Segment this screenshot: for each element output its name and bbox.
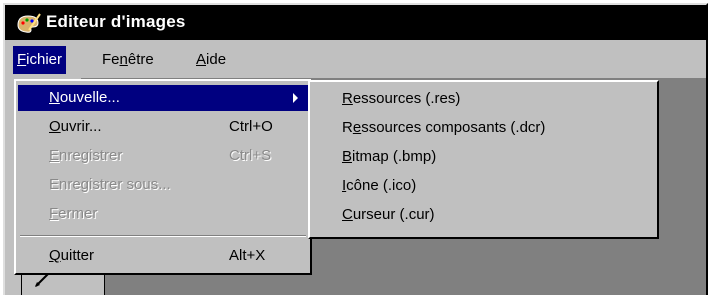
- menu-bar: Fichier Fenêtre Aide: [5, 40, 706, 78]
- shortcut-ouvrir: Ctrl+O: [229, 118, 273, 135]
- menu-item-fermer: Fermer: [49, 205, 98, 222]
- title-bar[interactable]: Editeur d'images: [5, 5, 706, 40]
- menu-item-nouvelle[interactable]: Nouvelle...: [18, 85, 308, 111]
- menu-item-ouvrir[interactable]: Ouvrir... Ctrl+O: [18, 114, 308, 140]
- submenu-item-curseur[interactable]: Curseur (.cur): [342, 202, 435, 228]
- nouvelle-submenu: Ressources (.res) Ressources composants …: [308, 80, 659, 239]
- submenu-item-ressources[interactable]: Ressources (.res): [342, 86, 460, 112]
- submenu-item-bitmap[interactable]: Bitmap (.bmp): [342, 144, 436, 170]
- shortcut-enregistrer: Ctrl+S: [229, 147, 272, 164]
- submenu-arrow-icon: [293, 93, 298, 103]
- menu-fichier[interactable]: Fichier: [13, 46, 67, 74]
- menu-aide[interactable]: Aide: [192, 46, 230, 74]
- menu-fenetre[interactable]: Fenêtre: [98, 46, 158, 74]
- menu-separator: [20, 235, 306, 237]
- menu-item-enregistrer: Enregistrer Ctrl+S: [18, 143, 308, 169]
- submenu-item-ressources-composants[interactable]: Ressources composants (.dcr): [342, 115, 545, 141]
- fichier-dropdown: Nouvelle... Ouvrir... Ctrl+O Enregistrer…: [14, 79, 312, 275]
- window-title: Editeur d'images: [46, 12, 186, 31]
- menu-item-enregistrer-sous: Enregistrer sous...: [49, 176, 171, 193]
- menu-item-quitter[interactable]: Quitter Alt+X: [18, 243, 308, 269]
- paint-palette-icon: [17, 13, 41, 33]
- submenu-item-icone[interactable]: Icône (.ico): [342, 173, 416, 199]
- shortcut-quitter: Alt+X: [229, 247, 266, 264]
